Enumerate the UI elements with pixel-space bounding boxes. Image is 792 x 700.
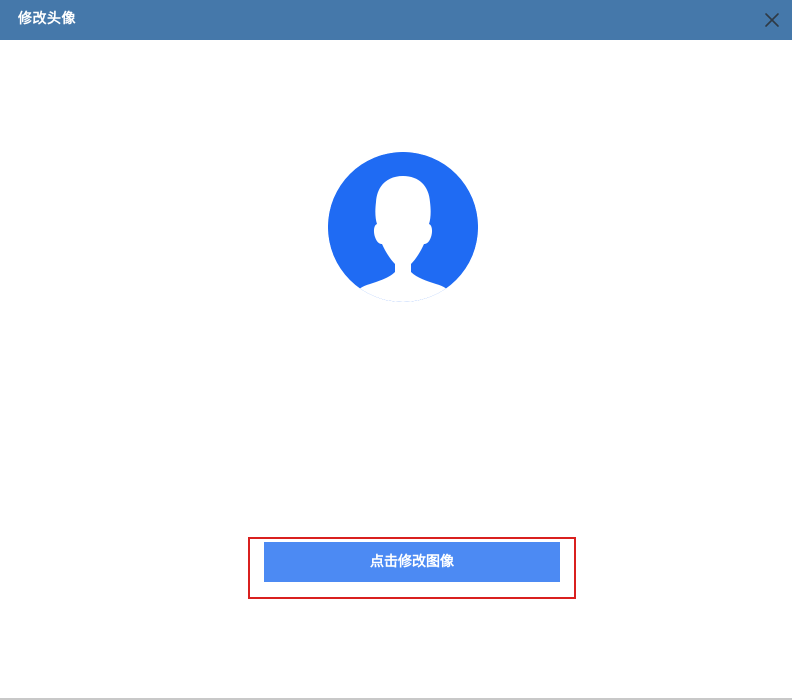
default-avatar-icon xyxy=(328,152,478,302)
change-avatar-dialog: 修改头像 点击修改图像 xyxy=(0,0,792,700)
avatar-preview xyxy=(328,152,478,302)
close-icon xyxy=(765,13,779,27)
dialog-title: 修改头像 xyxy=(18,11,76,27)
close-button[interactable] xyxy=(760,8,784,32)
dialog-titlebar: 修改头像 xyxy=(0,0,792,40)
change-image-button[interactable]: 点击修改图像 xyxy=(264,542,560,582)
